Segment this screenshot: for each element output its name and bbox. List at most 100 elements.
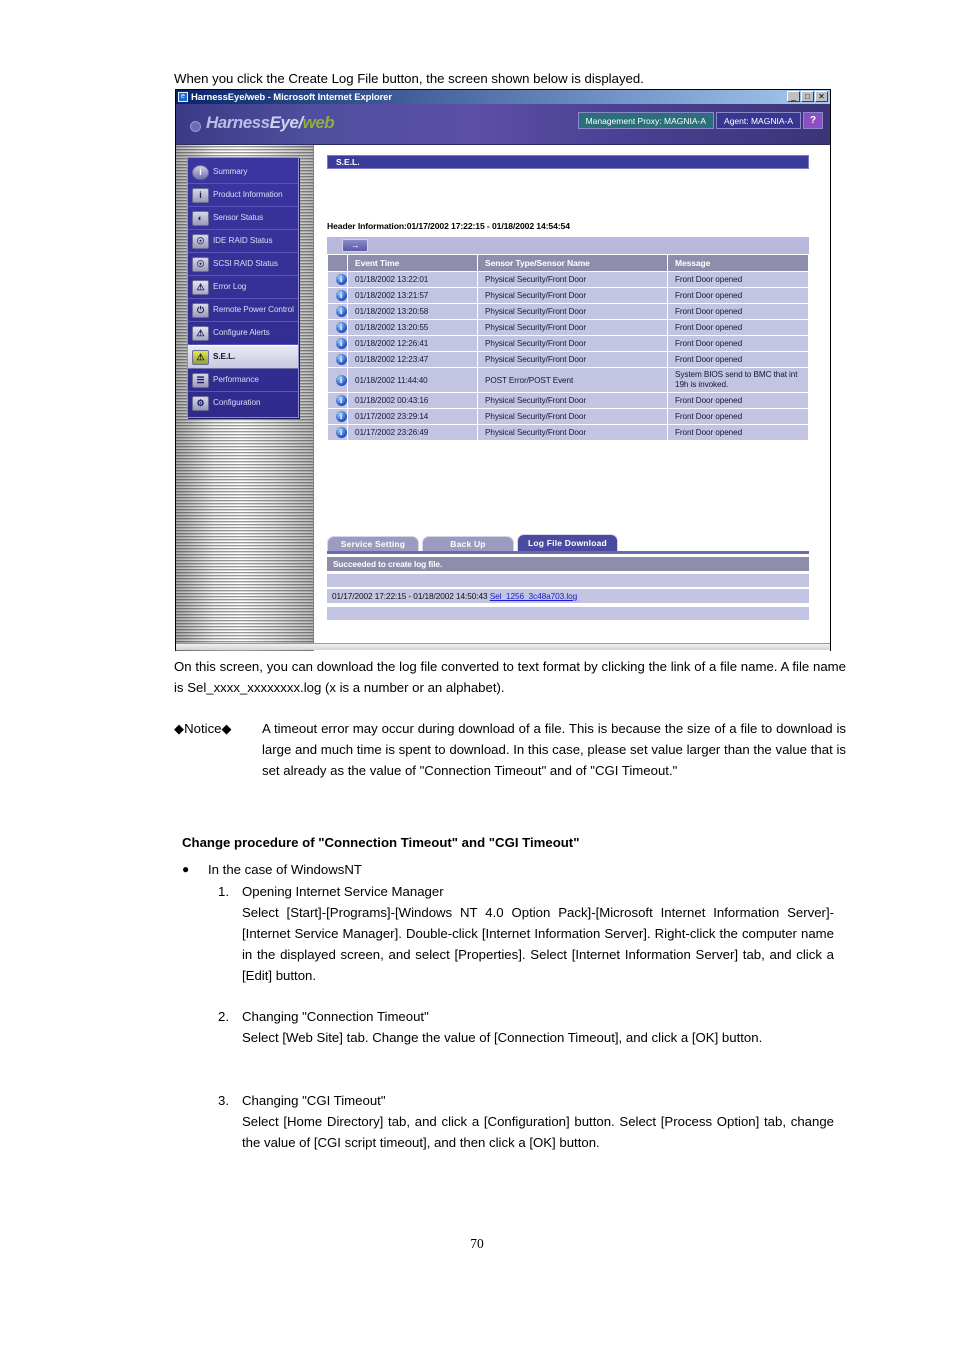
- info-icon: i: [335, 427, 347, 438]
- notice-block: ◆Notice◆ A timeout error may occur durin…: [174, 718, 846, 781]
- cell-event-time: 01/18/2002 12:26:41: [347, 335, 478, 352]
- sel-table-wrapper: → Event Time Sensor Type/Sensor Name Mes…: [327, 237, 809, 441]
- step-gutter: [218, 1111, 242, 1153]
- table-header-icon: [327, 254, 348, 272]
- ie-icon: e: [178, 92, 188, 102]
- help-icon[interactable]: ?: [803, 112, 823, 129]
- intro-paragraph: When you click the Create Log File butto…: [174, 71, 644, 86]
- cell-sensor: Physical Security/Front Door: [477, 351, 668, 368]
- configuration-icon: ⚙: [192, 395, 209, 411]
- error-log-icon: ⚠: [192, 279, 209, 295]
- sidebar-item-sensor-status[interactable]: ◐ Sensor Status: [188, 207, 298, 230]
- severity-cell: i: [327, 392, 348, 409]
- minimize-icon[interactable]: _: [787, 91, 800, 102]
- window-bottom-edge: [176, 643, 830, 650]
- cell-event-time: 01/18/2002 00:43:16: [347, 392, 478, 409]
- table-row[interactable]: i 01/17/2002 23:29:14 Physical Security/…: [327, 408, 809, 425]
- tab-log-file-download[interactable]: Log File Download: [517, 534, 618, 551]
- sidebar-item-error-log[interactable]: ⚠ Error Log: [188, 276, 298, 299]
- cell-message: System BIOS send to BMC that int 19h is …: [667, 367, 809, 393]
- sidebar-item-product-information[interactable]: i Product Information: [188, 184, 298, 207]
- sel-table-body: i 01/18/2002 13:22:01 Physical Security/…: [327, 271, 809, 441]
- management-proxy-button[interactable]: Management Proxy: MAGNIA-A: [577, 112, 715, 129]
- page-title-label: S.E.L.: [336, 157, 360, 167]
- sidebar-item-summary[interactable]: i Summary: [188, 161, 298, 184]
- severity-cell: i: [327, 408, 348, 425]
- cell-message: Front Door opened: [667, 351, 809, 368]
- window-controls[interactable]: _ □ ✕: [787, 91, 828, 102]
- maximize-icon[interactable]: □: [801, 91, 814, 102]
- cell-sensor: Physical Security/Front Door: [477, 335, 668, 352]
- severity-cell: i: [327, 287, 348, 304]
- step-index: 3.: [218, 1093, 229, 1108]
- sel-icon: ⚠: [192, 349, 209, 365]
- severity-cell: i: [327, 303, 348, 320]
- table-row[interactable]: i 01/18/2002 13:20:58 Physical Security/…: [327, 303, 809, 320]
- sidebar-item-performance[interactable]: ☰ Performance: [188, 369, 298, 392]
- sidebar-item-remote-power-control[interactable]: ⏻ Remote Power Control: [188, 299, 298, 322]
- sidebar-item-sel[interactable]: ⚠ S.E.L.: [188, 345, 298, 369]
- status-badge: Succeeded to create log file.: [327, 557, 809, 571]
- table-row[interactable]: i 01/18/2002 12:23:47 Physical Security/…: [327, 351, 809, 368]
- cell-event-time: 01/17/2002 23:26:49: [347, 424, 478, 441]
- tab-service-setting[interactable]: Service Setting: [327, 536, 419, 551]
- app-logo: HarnessEye/web: [206, 113, 335, 133]
- cell-sensor: POST Error/POST Event: [477, 367, 668, 393]
- sidebar-item-label: Configure Alerts: [213, 328, 270, 338]
- table-row[interactable]: i 01/18/2002 13:21:57 Physical Security/…: [327, 287, 809, 304]
- info-icon: i: [335, 274, 347, 285]
- cell-message: Front Door opened: [667, 303, 809, 320]
- step-body: Select [Home Directory] tab, and click a…: [242, 1114, 834, 1150]
- sidebar-item-ide-raid-status[interactable]: ☉ IDE RAID Status: [188, 230, 298, 253]
- table-header-event-time: Event Time: [347, 254, 478, 272]
- table-row[interactable]: i 01/18/2002 11:44:40 POST Error/POST Ev…: [327, 367, 809, 393]
- sidebar-item-label: Performance: [213, 375, 259, 385]
- severity-cell: i: [327, 367, 348, 393]
- table-row[interactable]: i 01/18/2002 12:26:41 Physical Security/…: [327, 335, 809, 352]
- cell-event-time: 01/17/2002 23:29:14: [347, 408, 478, 425]
- tab-back-up[interactable]: Back Up: [422, 536, 514, 551]
- table-row[interactable]: i 01/18/2002 13:20:55 Physical Security/…: [327, 319, 809, 336]
- section-heading: Change procedure of "Connection Timeout"…: [182, 835, 580, 850]
- cell-message: Front Door opened: [667, 424, 809, 441]
- sidebar-item-configuration[interactable]: ⚙ Configuration: [188, 392, 298, 414]
- sidebar-item-configure-alerts[interactable]: ⚠ Configure Alerts: [188, 322, 298, 345]
- step-body: Select [Web Site] tab. Change the value …: [242, 1030, 763, 1045]
- next-page-button[interactable]: →: [342, 239, 368, 252]
- scsi-raid-icon: ☉: [192, 256, 209, 272]
- page-number: 70: [470, 1236, 484, 1251]
- close-icon[interactable]: ✕: [815, 91, 828, 102]
- cell-event-time: 01/18/2002 13:20:55: [347, 319, 478, 336]
- table-row[interactable]: i 01/18/2002 00:43:16 Physical Security/…: [327, 392, 809, 409]
- cell-message: Front Door opened: [667, 319, 809, 336]
- info-icon: i: [335, 354, 347, 365]
- sidebar-item-label: Sensor Status: [213, 213, 264, 223]
- logo-part-1: Harness: [206, 113, 270, 132]
- sidebar-item-label: Remote Power Control: [213, 305, 294, 315]
- ide-raid-icon: ☉: [192, 233, 209, 249]
- info-icon: i: [335, 411, 347, 422]
- cell-event-time: 01/18/2002 11:44:40: [347, 367, 478, 393]
- log-file-link[interactable]: Sel_1256_3c48a703.log: [490, 591, 578, 601]
- log-file-row: 01/17/2002 17:22:15 - 01/18/2002 14:50:4…: [327, 589, 809, 603]
- configure-alerts-icon: ⚠: [192, 325, 209, 341]
- agent-button[interactable]: Agent: MAGNIA-A: [716, 112, 801, 129]
- log-file-range: 01/17/2002 17:22:15 - 01/18/2002 14:50:4…: [332, 591, 488, 601]
- table-row[interactable]: i 01/18/2002 13:22:01 Physical Security/…: [327, 271, 809, 288]
- cell-message: Front Door opened: [667, 408, 809, 425]
- bullet-label: In the case of WindowsNT: [208, 862, 362, 877]
- info-icon: i: [335, 338, 347, 349]
- step-title: Opening Internet Service Manager: [242, 884, 444, 899]
- info-icon: i: [335, 374, 347, 386]
- performance-icon: ☰: [192, 372, 209, 388]
- browser-title-bar: e HarnessEye/web - Microsoft Internet Ex…: [176, 90, 830, 104]
- product-info-icon: i: [192, 187, 209, 203]
- cell-sensor: Physical Security/Front Door: [477, 271, 668, 288]
- info-icon: i: [335, 395, 347, 406]
- step-index: 1.: [218, 884, 229, 899]
- sidebar-item-scsi-raid-status[interactable]: ☉ SCSI RAID Status: [188, 253, 298, 276]
- tabs-underline: [327, 551, 809, 554]
- info-icon: i: [335, 322, 347, 333]
- table-row[interactable]: i 01/17/2002 23:26:49 Physical Security/…: [327, 424, 809, 441]
- step-gutter: [218, 902, 242, 986]
